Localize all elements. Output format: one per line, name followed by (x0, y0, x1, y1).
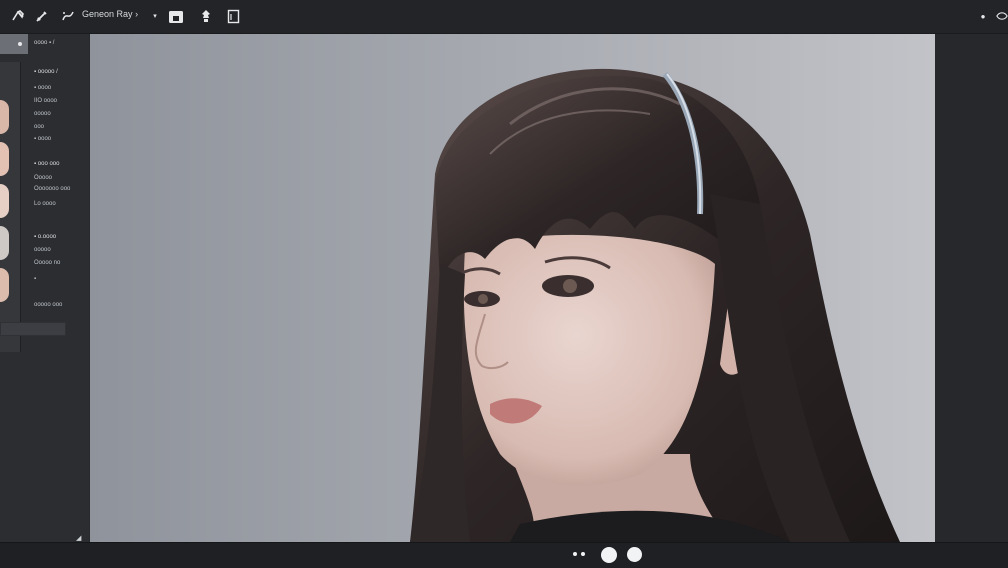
panel-footer: ooooo ooo (34, 302, 63, 308)
page-dot-small[interactable] (573, 552, 577, 556)
section-label: ▪ ooo ooo (34, 161, 60, 167)
dropdown-arrow-icon[interactable]: ▾ (145, 6, 165, 26)
layer-thumbnail[interactable] (0, 268, 9, 302)
document-title[interactable]: Geneon Ray › (82, 9, 138, 19)
panel-slider[interactable] (0, 322, 66, 336)
right-gutter (935, 34, 1008, 542)
property-item[interactable]: Ooooo no (34, 260, 60, 266)
image-canvas[interactable] (90, 34, 935, 542)
panel-header: oooo ▪ / (34, 40, 55, 46)
eye-icon[interactable] (996, 6, 1008, 26)
document-icon[interactable] (223, 6, 243, 26)
folder-icon[interactable] (166, 6, 186, 26)
layer-thumbnail[interactable] (0, 226, 9, 260)
property-item[interactable]: ▪ oooo (34, 136, 51, 142)
status-dot-icon[interactable]: ● (973, 6, 993, 26)
property-item[interactable]: Ooooo (34, 175, 52, 181)
section-label: ▪ ooooo / (34, 69, 58, 75)
page-dot-small[interactable] (581, 552, 585, 556)
property-item[interactable]: ooooo (34, 247, 51, 253)
portrait-image (90, 34, 935, 542)
layer-thumbnail[interactable] (0, 100, 9, 134)
layer-thumbnail[interactable] (0, 184, 9, 218)
layers-panel: oooo ▪ / ▪ ooooo / ▪ oooo IIO oooo ooooo… (0, 34, 89, 542)
bottom-bar (0, 542, 1008, 568)
section-label: ▪ o.oooo (34, 234, 57, 240)
property-item[interactable]: Ooooooo ooo (34, 186, 70, 192)
pen-icon[interactable] (8, 6, 28, 26)
top-toolbar: Geneon Ray › ▾ ● (0, 0, 1008, 34)
stamp-icon[interactable] (196, 6, 216, 26)
property-item[interactable]: ooooo (34, 111, 51, 117)
tab-indicator-icon (18, 42, 22, 46)
property-item[interactable]: Lo oooo (34, 201, 56, 207)
chevron-right-icon: › (135, 9, 139, 19)
property-item[interactable]: ▪ (34, 276, 36, 282)
property-item[interactable]: IIO oooo (34, 98, 57, 104)
property-item[interactable]: ▪ oooo (34, 85, 51, 91)
layer-thumbnail[interactable] (0, 142, 9, 176)
panel-tab[interactable] (0, 34, 28, 54)
thumbnail-strip[interactable] (0, 62, 21, 352)
curve-icon[interactable] (58, 6, 78, 26)
page-dot-large[interactable] (601, 547, 617, 563)
brush-icon[interactable] (32, 6, 52, 26)
property-item[interactable]: ooo (34, 124, 44, 130)
document-title-text: Geneon Ray (82, 9, 133, 19)
resize-handle-icon[interactable]: ◢ (76, 534, 81, 542)
page-dot-large[interactable] (627, 547, 642, 562)
